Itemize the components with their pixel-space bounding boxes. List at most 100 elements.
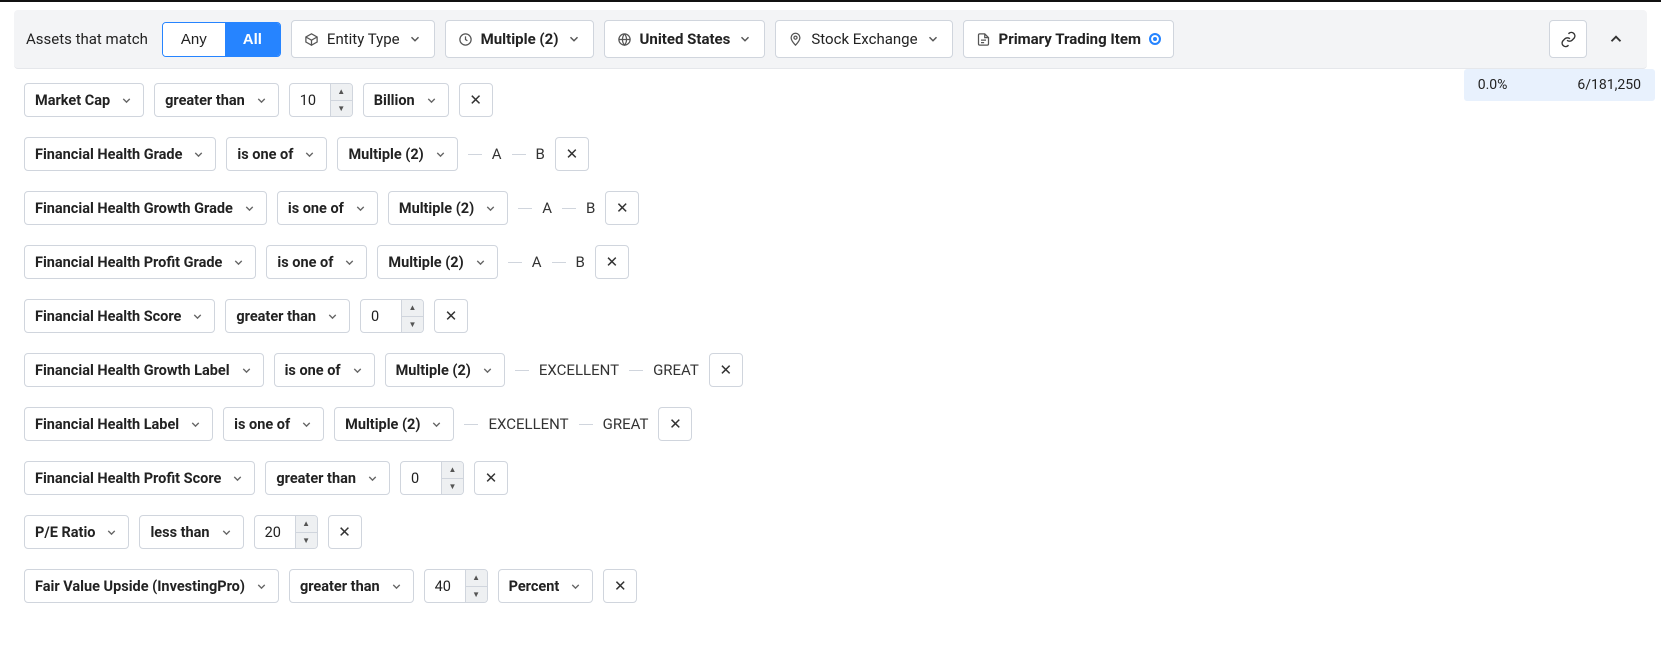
operator-select-7[interactable]: greater than bbox=[265, 461, 390, 495]
step-down[interactable]: ▼ bbox=[331, 101, 352, 117]
chevron-down-icon bbox=[105, 526, 118, 539]
metric-select-1-label: Financial Health Grade bbox=[35, 146, 182, 163]
close-icon: ✕ bbox=[445, 307, 458, 325]
value-multi-3[interactable]: Multiple (2) bbox=[377, 245, 497, 279]
metric-select-8-label: P/E Ratio bbox=[35, 524, 95, 541]
value-input-9[interactable]: 40▲▼ bbox=[424, 569, 488, 603]
metric-select-7[interactable]: Financial Health Profit Score bbox=[24, 461, 255, 495]
collapse-button[interactable] bbox=[1597, 20, 1635, 58]
step-down[interactable]: ▼ bbox=[466, 587, 487, 603]
filter-tag: B bbox=[536, 145, 545, 163]
remove-filter-button[interactable]: ✕ bbox=[595, 245, 629, 279]
remove-filter-button[interactable]: ✕ bbox=[603, 569, 637, 603]
value-multi-5[interactable]: Multiple (2) bbox=[385, 353, 505, 387]
chevron-down-icon bbox=[390, 580, 403, 593]
chevron-down-icon bbox=[231, 472, 244, 485]
metric-select-2[interactable]: Financial Health Growth Grade bbox=[24, 191, 267, 225]
metric-select-3-label: Financial Health Profit Grade bbox=[35, 254, 222, 271]
chevron-down-icon bbox=[425, 94, 438, 107]
chevron-down-icon bbox=[430, 418, 443, 431]
entity-type-dropdown[interactable]: Entity Type bbox=[291, 20, 435, 58]
step-down[interactable]: ▼ bbox=[402, 317, 423, 333]
step-up[interactable]: ▲ bbox=[331, 84, 352, 101]
filter-row: Fair Value Upside (InvestingPro) greater … bbox=[24, 569, 1637, 603]
step-down[interactable]: ▼ bbox=[296, 533, 317, 549]
filter-row: Financial Health Label is one of Multiple … bbox=[24, 407, 1637, 441]
operator-select-9[interactable]: greater than bbox=[289, 569, 414, 603]
match-toggle: Any All bbox=[162, 22, 281, 57]
metric-select-6[interactable]: Financial Health Label bbox=[24, 407, 213, 441]
operator-select-0[interactable]: greater than bbox=[154, 83, 279, 117]
remove-filter-button[interactable]: ✕ bbox=[555, 137, 589, 171]
link-icon bbox=[1560, 31, 1577, 48]
remove-filter-button[interactable]: ✕ bbox=[328, 515, 362, 549]
metric-select-0[interactable]: Market Cap bbox=[24, 83, 144, 117]
operator-select-3-label: is one of bbox=[277, 254, 333, 271]
step-up[interactable]: ▲ bbox=[466, 570, 487, 587]
value-input-4-stepper[interactable]: ▲▼ bbox=[401, 300, 423, 332]
unit-select-0-label: Billion bbox=[374, 92, 415, 109]
remove-filter-button[interactable]: ✕ bbox=[709, 353, 743, 387]
step-up[interactable]: ▲ bbox=[296, 516, 317, 533]
metric-select-9[interactable]: Fair Value Upside (InvestingPro) bbox=[24, 569, 279, 603]
close-icon: ✕ bbox=[566, 145, 579, 163]
value-input-0-stepper[interactable]: ▲▼ bbox=[330, 84, 352, 116]
unit-select-9[interactable]: Percent bbox=[498, 569, 594, 603]
metric-select-3[interactable]: Financial Health Profit Grade bbox=[24, 245, 256, 279]
radio-selected-icon bbox=[1149, 33, 1161, 45]
document-icon bbox=[976, 32, 991, 47]
remove-filter-button[interactable]: ✕ bbox=[605, 191, 639, 225]
remove-filter-button[interactable]: ✕ bbox=[459, 83, 493, 117]
value-multi-2[interactable]: Multiple (2) bbox=[388, 191, 508, 225]
value-input-7[interactable]: 0▲▼ bbox=[400, 461, 464, 495]
value-multi-1-label: Multiple (2) bbox=[348, 146, 423, 163]
value-input-8[interactable]: 20▲▼ bbox=[254, 515, 318, 549]
primary-item-toggle[interactable]: Primary Trading Item bbox=[963, 20, 1174, 58]
close-icon: ✕ bbox=[469, 91, 482, 109]
remove-filter-button[interactable]: ✕ bbox=[474, 461, 508, 495]
filter-row: Financial Health Score greater than 0▲▼ ✕ bbox=[24, 299, 1637, 333]
operator-select-5[interactable]: is one of bbox=[274, 353, 375, 387]
value-input-4[interactable]: 0▲▼ bbox=[360, 299, 424, 333]
value-input-9-value: 40 bbox=[425, 578, 465, 595]
step-down[interactable]: ▼ bbox=[442, 479, 463, 495]
metric-select-5[interactable]: Financial Health Growth Label bbox=[24, 353, 264, 387]
metric-select-4[interactable]: Financial Health Score bbox=[24, 299, 215, 333]
operator-select-2[interactable]: is one of bbox=[277, 191, 378, 225]
step-up[interactable]: ▲ bbox=[442, 462, 463, 479]
remove-filter-button[interactable]: ✕ bbox=[658, 407, 692, 441]
step-up[interactable]: ▲ bbox=[402, 300, 423, 317]
metric-select-8[interactable]: P/E Ratio bbox=[24, 515, 129, 549]
operator-select-3[interactable]: is one of bbox=[266, 245, 367, 279]
toggle-any[interactable]: Any bbox=[163, 23, 225, 56]
unit-select-0[interactable]: Billion bbox=[363, 83, 449, 117]
value-input-8-stepper[interactable]: ▲▼ bbox=[295, 516, 317, 548]
value-input-0[interactable]: 10▲▼ bbox=[289, 83, 353, 117]
filter-tag: A bbox=[542, 199, 552, 217]
operator-select-5-label: is one of bbox=[285, 362, 341, 379]
tag-separator bbox=[468, 154, 482, 155]
remove-filter-button[interactable]: ✕ bbox=[434, 299, 468, 333]
operator-select-8[interactable]: less than bbox=[139, 515, 243, 549]
stats-pct: 0.0% bbox=[1478, 77, 1508, 93]
toggle-all[interactable]: All bbox=[225, 23, 280, 56]
operator-select-1[interactable]: is one of bbox=[226, 137, 327, 171]
link-button[interactable] bbox=[1549, 20, 1587, 58]
exchange-dropdown[interactable]: Stock Exchange bbox=[775, 20, 952, 58]
chevron-down-icon bbox=[300, 418, 313, 431]
metric-select-1[interactable]: Financial Health Grade bbox=[24, 137, 216, 171]
filter-tag: A bbox=[532, 253, 542, 271]
operator-select-6[interactable]: is one of bbox=[223, 407, 324, 441]
operator-select-4[interactable]: greater than bbox=[225, 299, 350, 333]
value-input-4-value: 0 bbox=[361, 308, 401, 325]
timeframe-dropdown[interactable]: Multiple (2) bbox=[445, 20, 594, 58]
tag-separator bbox=[515, 370, 529, 371]
value-input-7-stepper[interactable]: ▲▼ bbox=[441, 462, 463, 494]
value-multi-6[interactable]: Multiple (2) bbox=[334, 407, 454, 441]
country-dropdown[interactable]: United States bbox=[604, 20, 766, 58]
value-input-9-stepper[interactable]: ▲▼ bbox=[465, 570, 487, 602]
chevron-down-icon bbox=[343, 256, 356, 269]
results-stats: 0.0% 6/181,250 bbox=[1464, 69, 1655, 101]
value-multi-1[interactable]: Multiple (2) bbox=[337, 137, 457, 171]
filter-row: P/E Ratio less than 20▲▼ ✕ bbox=[24, 515, 1637, 549]
